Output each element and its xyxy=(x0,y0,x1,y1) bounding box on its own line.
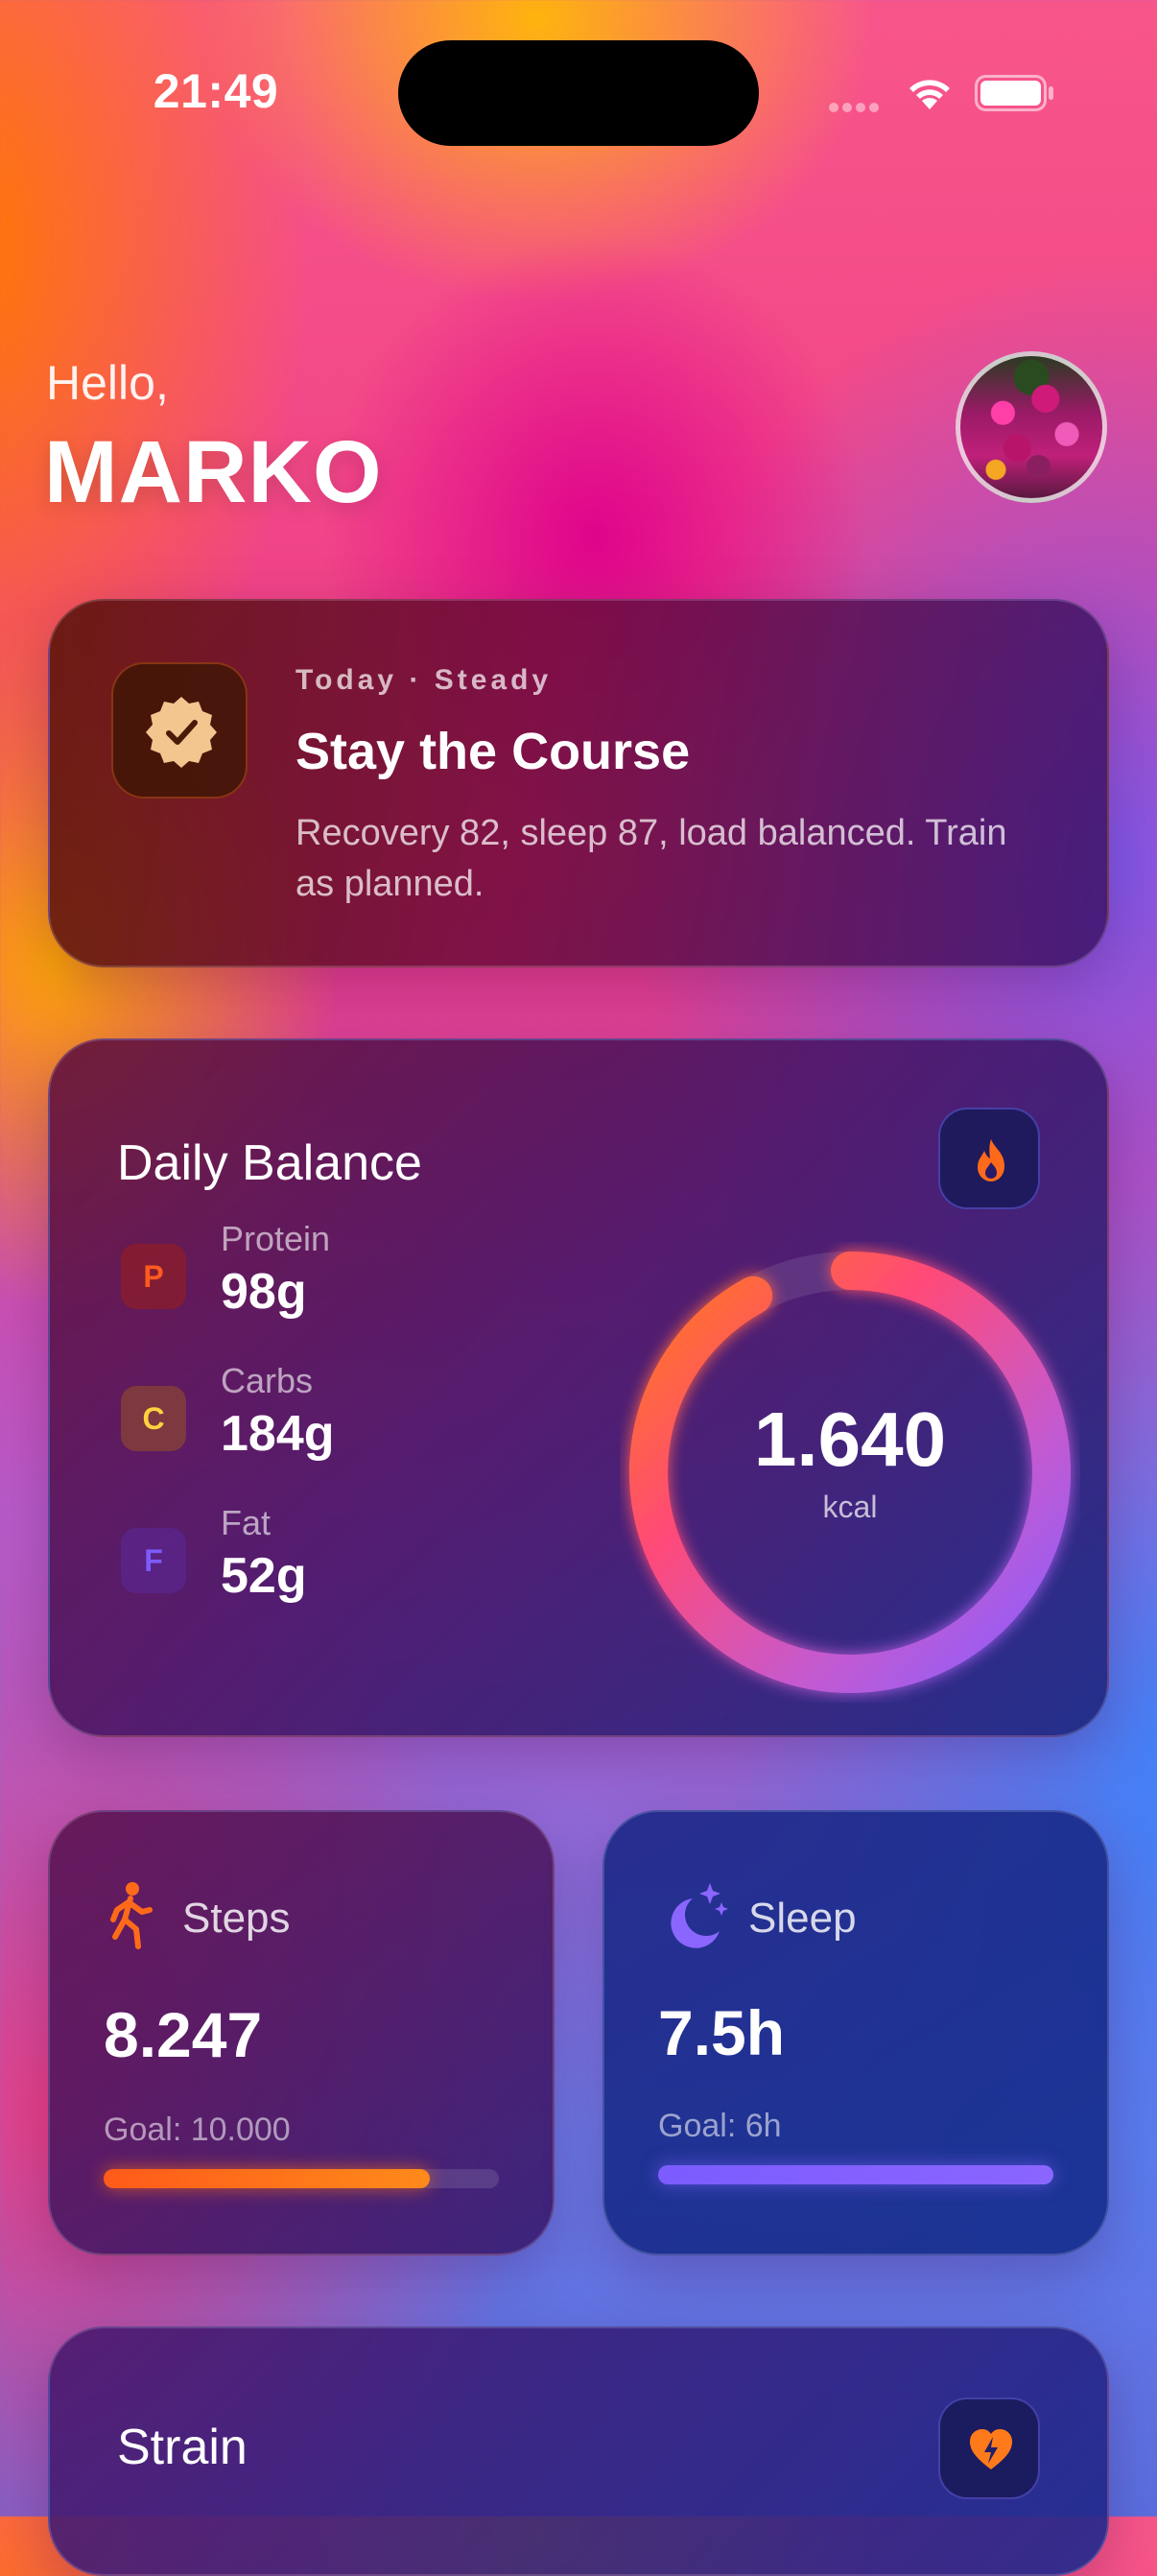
carbs-value: 184g xyxy=(221,1406,335,1462)
macro-protein: P Protein 98g xyxy=(121,1219,524,1324)
insight-title: Stay the Course xyxy=(295,723,691,780)
steps-label: Steps xyxy=(182,1895,291,1942)
strain-title: Strain xyxy=(117,2420,248,2475)
calorie-value: 1.640 xyxy=(753,1396,947,1482)
steps-progress-track xyxy=(104,2169,499,2188)
steps-card[interactable]: Steps 8.247 Goal: 10.000 xyxy=(48,1810,555,2255)
protein-value: 98g xyxy=(221,1264,307,1320)
walking-figure-icon xyxy=(110,1882,153,1949)
sleep-value: 7.5h xyxy=(658,1997,786,2068)
daily-balance-title: Daily Balance xyxy=(117,1135,422,1191)
daily-balance-card[interactable]: Daily Balance P Protein 98g C Carbs 184g… xyxy=(48,1038,1109,1737)
sleep-card[interactable]: Sleep 7.5h Goal: 6h xyxy=(602,1810,1109,2255)
calorie-unit: kcal xyxy=(822,1490,878,1524)
sleep-goal: Goal: 6h xyxy=(658,2108,782,2144)
fat-value: 52g xyxy=(221,1548,307,1604)
protein-badge: P xyxy=(121,1244,186,1309)
insight-body: Recovery 82, sleep 87, load balanced. Tr… xyxy=(295,813,1007,904)
calorie-ring: 1.640 kcal xyxy=(620,1242,1080,1703)
sleep-label: Sleep xyxy=(748,1895,857,1942)
sleep-progress-fill xyxy=(658,2165,1053,2184)
fat-badge: F xyxy=(121,1528,186,1593)
cellular-signal-icon xyxy=(829,100,886,112)
avatar[interactable] xyxy=(956,351,1107,503)
moon-stars-icon xyxy=(671,1883,728,1948)
heart-bolt-icon xyxy=(970,2429,1012,2469)
status-bar: 21:49 xyxy=(0,0,1157,182)
carbs-label: Carbs xyxy=(221,1361,314,1400)
status-time: 21:49 xyxy=(153,64,279,118)
flame-icon-button[interactable] xyxy=(938,1108,1040,1209)
battery-icon xyxy=(975,75,1053,111)
carbs-badge: C xyxy=(121,1386,186,1451)
macro-carbs: C Carbs 184g xyxy=(121,1361,524,1467)
macro-fat: F Fat 52g xyxy=(121,1503,524,1609)
dynamic-island xyxy=(398,40,759,146)
wifi-icon xyxy=(909,80,950,109)
daily-insight-card[interactable]: Today · Steady Stay the Course Recovery … xyxy=(48,599,1109,967)
steps-value: 8.247 xyxy=(104,1999,263,2070)
flame-icon xyxy=(978,1139,1004,1181)
verified-badge-icon xyxy=(111,662,248,799)
steps-progress-fill xyxy=(104,2169,430,2188)
heart-bolt-icon-button[interactable] xyxy=(938,2397,1040,2499)
steps-goal: Goal: 10.000 xyxy=(104,2111,291,2148)
sleep-progress-track xyxy=(658,2165,1053,2184)
fat-label: Fat xyxy=(221,1503,272,1542)
user-name: MARKO xyxy=(44,423,383,521)
greeting-text: Hello, xyxy=(46,356,169,410)
strain-card[interactable]: Strain xyxy=(48,2326,1109,2576)
protein-label: Protein xyxy=(221,1219,331,1258)
insight-eyebrow: Today · Steady xyxy=(295,664,553,696)
